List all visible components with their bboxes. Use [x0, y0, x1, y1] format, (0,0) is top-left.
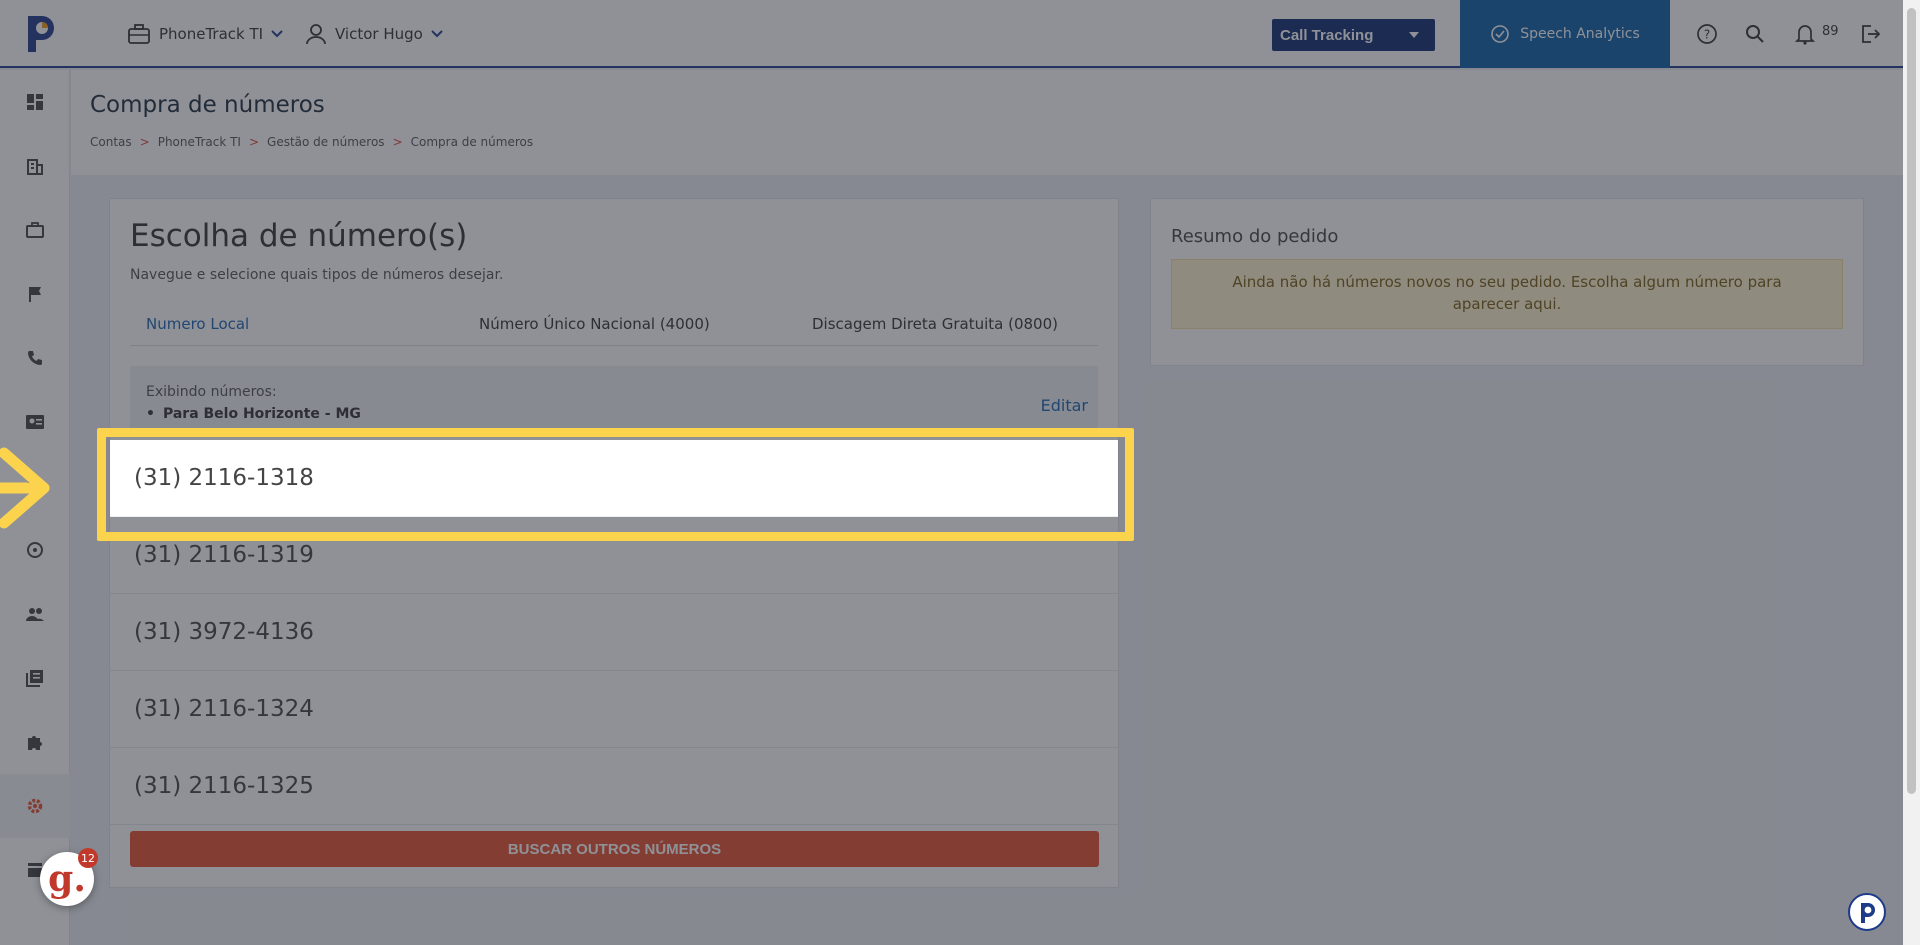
dashboard-icon [27, 94, 43, 110]
breadcrumb-item[interactable]: PhoneTrack TI [158, 135, 241, 149]
company-menu-label: PhoneTrack TI [159, 25, 264, 43]
number-row[interactable]: (31) 2116-1325 [110, 748, 1118, 825]
help-icon[interactable]: ? [1694, 21, 1720, 47]
sidebar-item-accounts[interactable] [0, 134, 70, 198]
users-icon [26, 608, 44, 621]
scrollbar-thumb[interactable] [1907, 8, 1916, 794]
briefcase-icon [26, 222, 44, 238]
filter-box: Exibindo números: Para Belo Horizonte - … [130, 366, 1098, 430]
filter-location: Para Belo Horizonte - MG [146, 406, 361, 422]
gauge-icon [27, 542, 43, 558]
phonetrack-logo[interactable] [22, 12, 58, 56]
breadcrumb-item[interactable]: Gestão de números [267, 135, 385, 149]
chat-support-icon[interactable] [1848, 893, 1886, 931]
page-header [71, 70, 1903, 175]
chevron-down-icon [271, 30, 283, 38]
highlight-frame [97, 428, 1134, 541]
card-title: Escolha de número(s) [130, 218, 468, 254]
speech-analytics-label: Speech Analytics [1520, 26, 1640, 42]
sidebar-item-reports[interactable] [0, 646, 70, 710]
gear-icon [27, 798, 43, 814]
breadcrumb-item: Compra de números [410, 135, 534, 149]
top-bar: PhoneTrack TI Victor Hugo Call Tracking … [0, 0, 1903, 68]
user-menu-label: Victor Hugo [335, 25, 423, 43]
user-icon [306, 24, 326, 45]
speech-analytics-icon [1491, 25, 1509, 43]
guide-widget-count: 12 [78, 848, 98, 868]
user-menu[interactable]: Victor Hugo [305, 0, 443, 68]
search-icon[interactable] [1742, 21, 1768, 47]
card-subtitle: Navegue e selecione quais tipos de númer… [130, 267, 504, 283]
search-other-numbers-button[interactable]: BUSCAR OUTROS NÚMEROS [130, 831, 1099, 867]
svg-text:?: ? [1704, 28, 1710, 42]
puzzle-icon [28, 736, 42, 750]
contact-card-icon [26, 415, 44, 429]
briefcase-icon [128, 24, 150, 44]
breadcrumb: Contas > PhoneTrack TI > Gestão de númer… [90, 135, 533, 149]
notification-count: 89 [1822, 24, 1839, 39]
speech-analytics-button[interactable]: Speech Analytics [1460, 0, 1670, 68]
number-row[interactable]: (31) 3972-4136 [110, 594, 1118, 671]
number-row[interactable]: (31) 2116-1324 [110, 671, 1118, 748]
building-icon [27, 159, 43, 175]
logout-icon[interactable] [1857, 21, 1883, 47]
page-scrollbar[interactable] [1903, 0, 1920, 945]
breadcrumb-item[interactable]: Contas [90, 135, 132, 149]
sidebar-item-campaigns[interactable] [0, 262, 70, 326]
edit-filter-link[interactable]: Editar [1041, 396, 1088, 415]
breadcrumb-separator: > [392, 135, 403, 149]
filter-label: Exibindo números: [146, 384, 277, 400]
bell-icon[interactable] [1792, 21, 1818, 47]
page-title: Compra de números [90, 92, 325, 118]
sidebar-item-calls[interactable] [0, 326, 70, 390]
empty-order-alert: Ainda não há números novos no seu pedido… [1171, 259, 1843, 329]
product-select-value: Call Tracking [1280, 26, 1374, 44]
tab-toll-free-number[interactable]: Discagem Direta Gratuita (0800) [812, 315, 1058, 333]
chevron-down-icon [431, 30, 443, 38]
breadcrumb-separator: > [248, 135, 260, 149]
caret-down-icon [1409, 32, 1419, 38]
company-menu[interactable]: PhoneTrack TI [127, 0, 283, 68]
sidebar-item-companies[interactable] [0, 198, 70, 262]
arrow-right-icon [0, 447, 50, 529]
sidebar-item-users[interactable] [0, 582, 70, 646]
sidebar-item-dashboard[interactable] [0, 70, 70, 134]
library-icon [26, 670, 43, 687]
order-summary-title: Resumo do pedido [1171, 226, 1339, 247]
sidebar-item-settings[interactable] [0, 774, 70, 838]
product-select[interactable]: Call Tracking [1272, 19, 1435, 51]
number-type-tabs: Numero Local Número Único Nacional (4000… [130, 308, 1098, 346]
tab-national-number[interactable]: Número Único Nacional (4000) [479, 315, 710, 333]
breadcrumb-separator: > [139, 135, 150, 149]
flag-icon [29, 287, 41, 302]
tab-local-number[interactable]: Numero Local [146, 315, 249, 333]
sidebar-item-integrations[interactable] [0, 710, 70, 774]
phone-icon [27, 351, 42, 366]
